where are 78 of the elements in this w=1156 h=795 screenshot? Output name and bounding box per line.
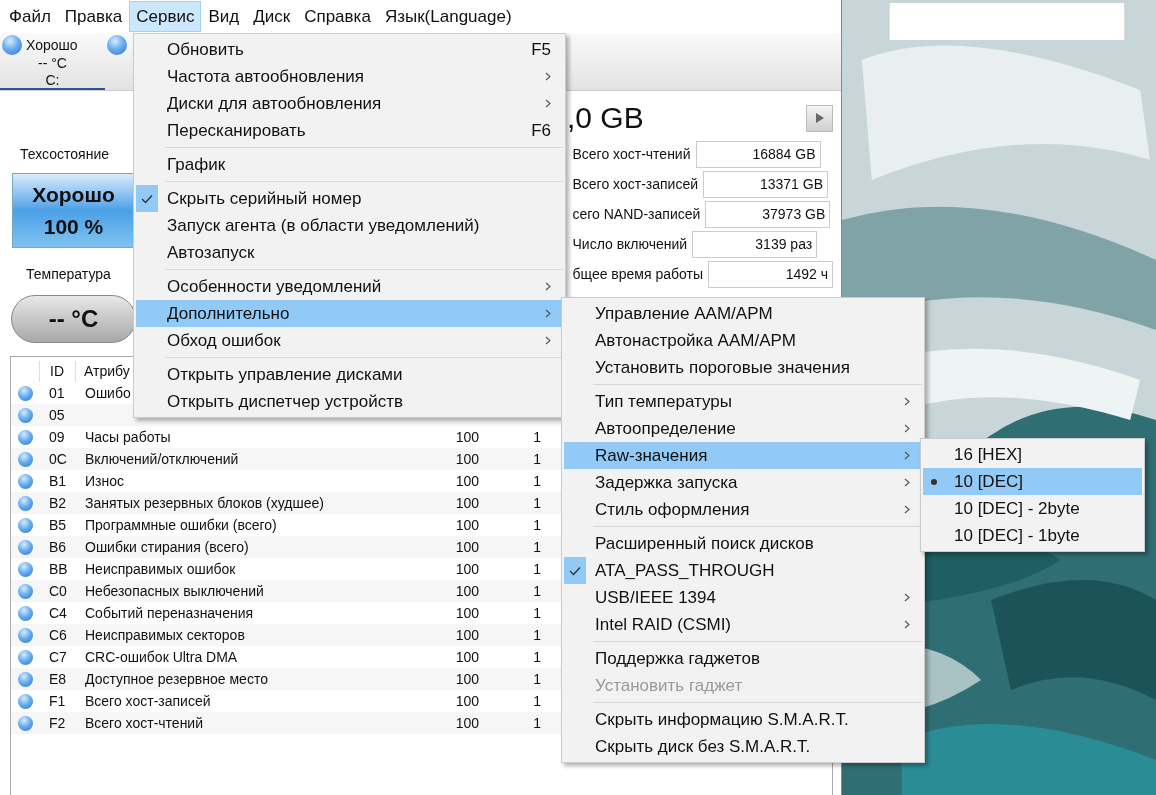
table-cell-text: 1 bbox=[532, 625, 541, 645]
table-cell-text: Ошибки стирания (всего) bbox=[85, 537, 249, 557]
table-cell-text: B6 bbox=[48, 537, 68, 557]
table-cell-text: B5 bbox=[48, 515, 68, 535]
table-cell-text: 100 bbox=[454, 603, 480, 623]
table-cell-text: 100 bbox=[454, 449, 480, 469]
info-value-field: 13371 GB bbox=[703, 171, 828, 198]
table-cell-text: 1 bbox=[532, 427, 541, 447]
table-cell-text: 09 bbox=[48, 427, 66, 447]
temperature-display: -- °C bbox=[11, 295, 136, 343]
table-cell-text: 1 bbox=[532, 537, 541, 557]
table-cell-text: Включений/отключений bbox=[85, 449, 239, 469]
table-cell-text: Занятых резервных блоков (худшее) bbox=[85, 493, 324, 513]
table-cell-text: 1 bbox=[532, 515, 541, 535]
temperature-label: Температура bbox=[25, 265, 111, 284]
info-label: Всего хост-чтений bbox=[572, 145, 691, 164]
table-cell-text: Неисправимых секторов bbox=[85, 625, 245, 645]
health-label: Техсостояние bbox=[19, 145, 109, 164]
info-label: сего NAND-записей bbox=[572, 205, 701, 224]
table-cell-text: 1 bbox=[532, 669, 541, 689]
table-cell-text: 1 bbox=[532, 581, 541, 601]
table-cell-text: Износ bbox=[85, 471, 124, 491]
table-cell-text: 100 bbox=[454, 625, 480, 645]
table-cell-text: C0 bbox=[48, 581, 68, 601]
info-label: Число включений bbox=[572, 235, 688, 254]
table-cell-text: 100 bbox=[454, 493, 480, 513]
table-cell-text: 100 bbox=[454, 713, 480, 733]
table-cell-text: 1 bbox=[532, 603, 541, 623]
table-cell-text: C4 bbox=[48, 603, 68, 623]
capacity-text: ,0 GB bbox=[567, 100, 644, 136]
table-cell-text: Небезопасных выключений bbox=[85, 581, 264, 601]
info-label: Всего хост-записей bbox=[572, 175, 698, 194]
table-cell-text: Часы работы bbox=[85, 427, 171, 447]
table-cell-text: 05 bbox=[48, 405, 66, 425]
table-cell-text: Всего хост-чтений bbox=[85, 713, 203, 733]
info-value-field: 3139 раз bbox=[692, 231, 818, 258]
info-value-field: 37973 GB bbox=[705, 201, 831, 228]
table-cell-text: 01 bbox=[48, 383, 66, 403]
table-cell-text: 100 bbox=[454, 537, 480, 557]
table-cell-text: 100 bbox=[454, 581, 480, 601]
table-cell-text: 1 bbox=[532, 647, 541, 667]
table-cell-text: B1 bbox=[48, 471, 68, 491]
status-text: Хорошо bbox=[26, 36, 78, 54]
table-cell-text: 1 bbox=[532, 713, 541, 733]
table-cell-text: 100 bbox=[454, 427, 480, 447]
table-cell-text: 1 bbox=[532, 493, 541, 513]
info-value-field: 1492 ч bbox=[708, 261, 833, 288]
table-cell-text: 100 bbox=[454, 669, 480, 689]
table-cell-text: Ошибо bbox=[85, 383, 131, 403]
table-cell-text: 100 bbox=[454, 515, 480, 535]
health-status-text: Хорошо bbox=[32, 181, 115, 208]
table-cell-text: F2 bbox=[48, 713, 67, 733]
table-cell-text: 100 bbox=[454, 647, 480, 667]
health-percent-text: 100 % bbox=[43, 213, 104, 240]
table-cell-text: C7 bbox=[48, 647, 68, 667]
table-cell-text: 0C bbox=[48, 449, 68, 469]
table-cell-text: 100 bbox=[454, 471, 480, 491]
table-cell-text: C6 bbox=[48, 625, 68, 645]
table-cell-text: B2 bbox=[48, 493, 68, 513]
table-cell-text: 100 bbox=[454, 559, 480, 579]
table-cell-text: Неисправимых ошибок bbox=[85, 559, 236, 579]
table-cell-text: Всего хост-записей bbox=[85, 691, 211, 711]
table-cell-text: 1 bbox=[532, 691, 541, 711]
temperature-text: -- °C bbox=[38, 55, 67, 72]
table-cell-text: 1 bbox=[532, 559, 541, 579]
info-label: бщее время работы bbox=[572, 265, 703, 284]
table-cell-text: CRC-ошибок Ultra DMA bbox=[85, 647, 238, 667]
table-cell-text: 1 bbox=[532, 471, 541, 491]
table-cell-text: F1 bbox=[48, 691, 67, 711]
table-cell-text: Программные ошибки (всего) bbox=[85, 515, 277, 535]
table-cell-text: Доступное резервное место bbox=[85, 669, 268, 689]
table-cell-text: E8 bbox=[48, 669, 68, 689]
table-cell-text: 100 bbox=[454, 691, 480, 711]
table-cell-text: 1 bbox=[532, 449, 541, 469]
table-cell-text: Событий переназначения bbox=[85, 603, 254, 623]
drive-letter: C: bbox=[45, 72, 60, 89]
table-cell-text: BB bbox=[48, 559, 69, 579]
info-value-field: 16884 GB bbox=[695, 141, 821, 168]
